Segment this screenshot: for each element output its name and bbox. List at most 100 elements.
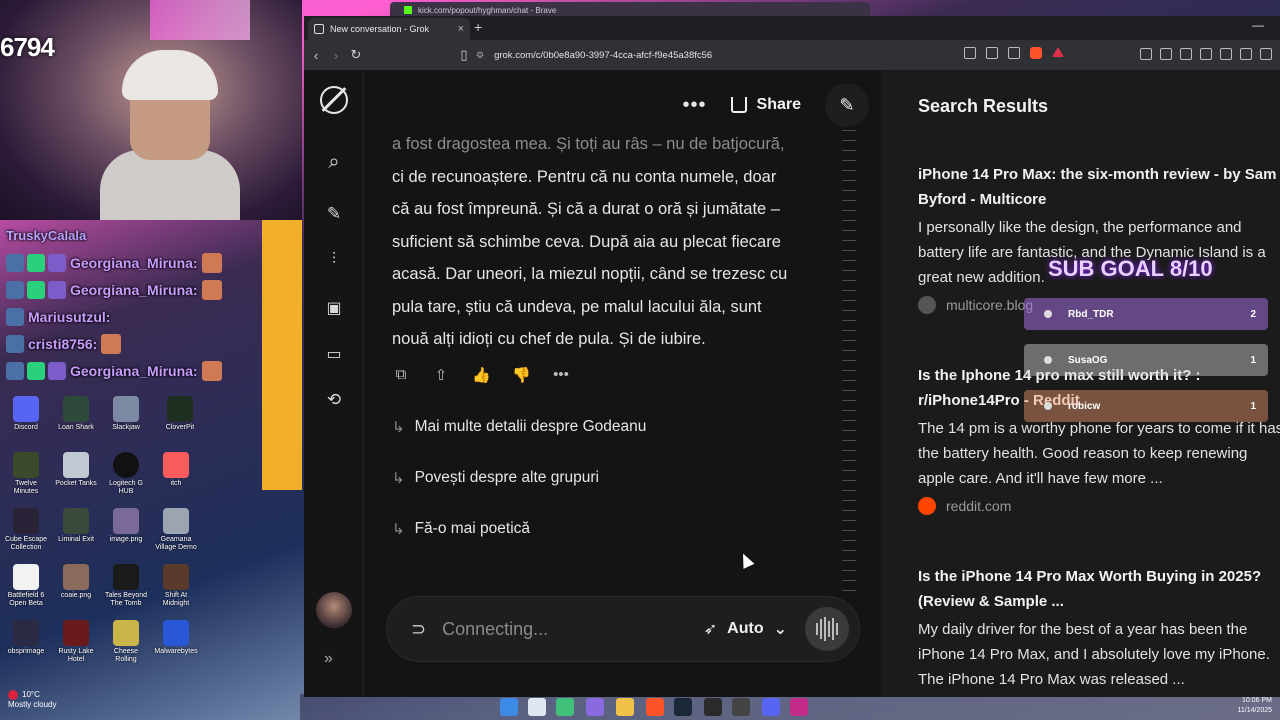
desktop-icon-cheese-rolling[interactable]: Cheese Rolling (104, 620, 148, 664)
desktop-icon-malwarebytes[interactable]: Malwarebytes (154, 620, 198, 656)
result-source[interactable]: reddit.com (918, 497, 1280, 515)
desktop-icon-image-png[interactable]: image.png (104, 508, 148, 544)
media-icon[interactable] (1180, 48, 1192, 60)
more-actions-icon[interactable]: ••• (552, 366, 570, 384)
emote-icon (201, 279, 222, 300)
scroll-indicator[interactable] (842, 130, 856, 600)
extensions-icon[interactable] (1140, 48, 1152, 60)
new-chat-button[interactable]: ✎ (825, 83, 869, 127)
cam-counter: 6794 (0, 32, 55, 62)
taskbar-app-icon[interactable] (704, 698, 722, 716)
result-title[interactable]: Is the iPhone 14 Pro Max Worth Buying in… (918, 564, 1280, 614)
desktop-icon-coaie-png[interactable]: coaie.png (54, 564, 98, 600)
taskbar-app-icon[interactable] (586, 698, 604, 716)
taskbar-app-icon[interactable] (556, 698, 574, 716)
sidebar-toggle-icon[interactable] (1200, 48, 1212, 60)
assistant-message: a fost dragostea mea. Și toți au râs – n… (392, 128, 852, 356)
menu-icon[interactable] (1260, 48, 1272, 60)
site-info-icon[interactable]: ⚙ (476, 50, 484, 61)
leo-icon[interactable] (1240, 48, 1252, 60)
tab-grok[interactable]: New conversation - Grok × (308, 18, 470, 40)
followup-suggestion[interactable]: ↳ Mai multe detalii despre Godeanu (392, 418, 646, 436)
waveform-icon (832, 618, 834, 640)
profile-icon[interactable] (1220, 48, 1232, 60)
weather-widget[interactable]: 10°C Mostly cloudy (8, 690, 56, 710)
taskbar-app-icon[interactable] (528, 698, 546, 716)
thumbs-up-icon[interactable]: 👍 (472, 366, 491, 384)
streamer-shirt (100, 150, 240, 220)
search-result[interactable]: Is the Iphone 14 pro max still worth it?… (918, 363, 1280, 515)
folder-icon[interactable] (616, 698, 634, 716)
system-clock[interactable]: 10:06 PM 11/14/2025 (1237, 696, 1272, 716)
brave-shields-icon[interactable] (1030, 47, 1042, 59)
followup-suggestion[interactable]: ↳ Povești despre alte grupuri (392, 469, 599, 487)
desktop-icon-cube-escape[interactable]: Cube Escape Collection (4, 508, 48, 552)
chat-line: cristi8756: (6, 330, 296, 357)
voice-mode-button[interactable] (805, 607, 849, 651)
desktop-icon-battlefield-6[interactable]: Battlefield 6 Open Beta (4, 564, 48, 608)
grok-logo-icon[interactable] (320, 86, 348, 114)
share-page-icon[interactable] (1008, 47, 1020, 59)
desktop-icon-twelve-minutes[interactable]: Twelve Minutes (4, 452, 48, 496)
start-icon[interactable] (500, 698, 518, 716)
cast-icon[interactable] (964, 47, 976, 59)
url-bar-icons (964, 47, 1064, 59)
share-button[interactable]: Share (730, 96, 801, 114)
desktop-icon-loan-shark[interactable]: Loan Shark (54, 396, 98, 432)
expand-sidebar-icon[interactable]: » (324, 650, 333, 668)
taskbar-app-icon[interactable] (732, 698, 750, 716)
attach-icon[interactable]: ⊃ (411, 619, 426, 640)
reload-icon[interactable]: ↻ (346, 47, 366, 63)
more-options-button[interactable]: ••• (683, 94, 707, 117)
desktop-icon-rusty-lake-hotel[interactable]: Rusty Lake Hotel (54, 620, 98, 664)
discord-icon[interactable] (762, 698, 780, 716)
copy-icon[interactable]: ⧉ (392, 366, 410, 384)
user-avatar[interactable] (316, 592, 352, 628)
waveform-icon (820, 619, 822, 639)
steam-icon[interactable] (674, 698, 692, 716)
thumbs-down-icon[interactable]: 👎 (512, 366, 531, 384)
brave-icon[interactable] (646, 698, 664, 716)
history-icon[interactable]: ⟲ (322, 388, 346, 412)
search-icon[interactable]: ⌕ (322, 150, 346, 174)
emote-icon (101, 333, 122, 354)
voice-icon[interactable]: ⫶ (322, 248, 346, 272)
share-response-icon[interactable]: ⇧ (432, 366, 450, 384)
zoom-icon[interactable] (986, 47, 998, 59)
desktop-icon-liminal-exit[interactable]: Liminal Exit (54, 508, 98, 544)
desktop-icon-discord[interactable]: Discord (4, 396, 48, 432)
desktop-icon-obsprimage[interactable]: obsprimage (4, 620, 48, 656)
projects-icon[interactable]: ▭ (322, 342, 346, 366)
search-result[interactable]: Is the iPhone 14 Pro Max Worth Buying in… (918, 564, 1280, 692)
chat-input[interactable]: Connecting... (442, 619, 704, 640)
tab-title: New conversation - Grok (330, 24, 430, 34)
result-title[interactable]: iPhone 14 Pro Max: the six-month review … (918, 162, 1280, 212)
imagine-icon[interactable]: ▣ (322, 296, 346, 320)
waveform-icon (836, 623, 838, 635)
wallet-icon[interactable] (1160, 48, 1172, 60)
minimize-button[interactable]: — (1252, 18, 1264, 32)
new-chat-icon[interactable]: ✎ (322, 202, 346, 226)
followup-suggestion[interactable]: ↳ Fă-o mai poetică (392, 520, 530, 538)
desktop-icon-pocket-tanks[interactable]: Pocket Tanks (54, 452, 98, 488)
brave-rewards-icon[interactable] (1052, 47, 1064, 57)
mode-selector[interactable]: ➶ Auto ⌄ (704, 619, 787, 639)
desktop-icon-itch[interactable]: itch (154, 452, 198, 488)
back-icon[interactable]: ‹ (306, 48, 326, 63)
desktop-icon-shift-at-midnight[interactable]: Shift At Midnight (154, 564, 198, 608)
chat-badges (6, 334, 24, 353)
chevron-down-icon: ⌄ (773, 621, 787, 638)
new-tab-button[interactable]: + (474, 19, 482, 35)
search-result[interactable]: iPhone 14 Pro Max: the six-month review … (918, 162, 1280, 314)
desktop-icon-cloverpit[interactable]: CloverPit (158, 396, 202, 432)
badge-icon (48, 361, 66, 380)
desktop-icon-tales-beyond-the-tomb[interactable]: Tales Beyond The Tomb (104, 564, 148, 608)
desktop-icon-slackjaw[interactable]: Slackjaw (104, 396, 148, 432)
desktop-icon-geamana-village[interactable]: Geamana Village Demo (154, 508, 198, 552)
desktop-icon-logitech-g-hub[interactable]: Logitech G HUB (104, 452, 148, 496)
desktop-icon-label: Loan Shark (58, 424, 94, 431)
forward-icon[interactable]: › (326, 48, 346, 63)
taskbar-app-icon[interactable] (790, 698, 808, 716)
bookmark-icon[interactable]: ▯ (454, 47, 474, 63)
close-tab-icon[interactable]: × (458, 23, 464, 35)
